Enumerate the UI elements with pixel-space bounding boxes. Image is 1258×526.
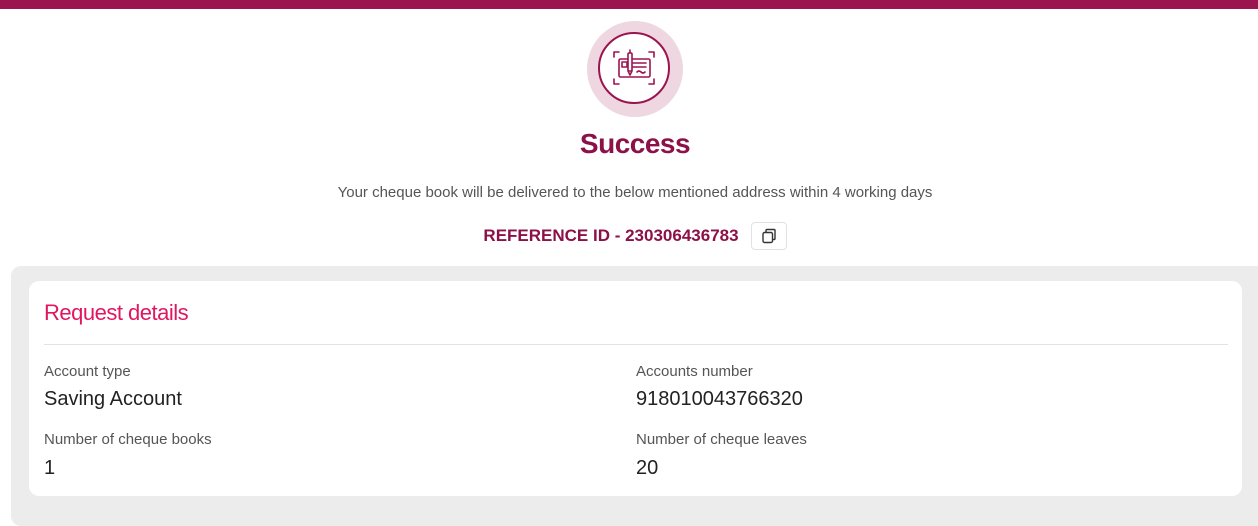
- cheque-leaves-value: 20: [636, 457, 659, 479]
- account-number-value: 918010043766320: [636, 388, 803, 410]
- reference-row: REFERENCE ID - 230306436783: [0, 221, 1258, 251]
- cheque-books-value: 1: [44, 457, 56, 479]
- divider: [44, 344, 1228, 345]
- cheque-leaves-label: Number of cheque leaves: [636, 431, 807, 448]
- success-title: Success: [579, 128, 691, 159]
- copy-icon: [761, 228, 776, 244]
- cheque-book-icon: [598, 32, 670, 104]
- account-type-value: Saving Account: [44, 388, 182, 410]
- top-accent-bar: [0, 0, 1258, 9]
- account-number-label: Accounts number: [636, 363, 753, 380]
- cheque-books-label: Number of cheque books: [44, 431, 212, 448]
- account-type-label: Account type: [44, 363, 131, 380]
- delivery-message: Your cheque book will be delivered to th…: [337, 184, 933, 201]
- reference-id: REFERENCE ID - 230306436783: [483, 226, 739, 245]
- copy-reference-button[interactable]: [750, 222, 787, 250]
- request-details-card: Request details Account type Saving Acco…: [29, 281, 1242, 496]
- request-details-title: Request details: [44, 300, 189, 325]
- success-icon-badge: [587, 21, 683, 117]
